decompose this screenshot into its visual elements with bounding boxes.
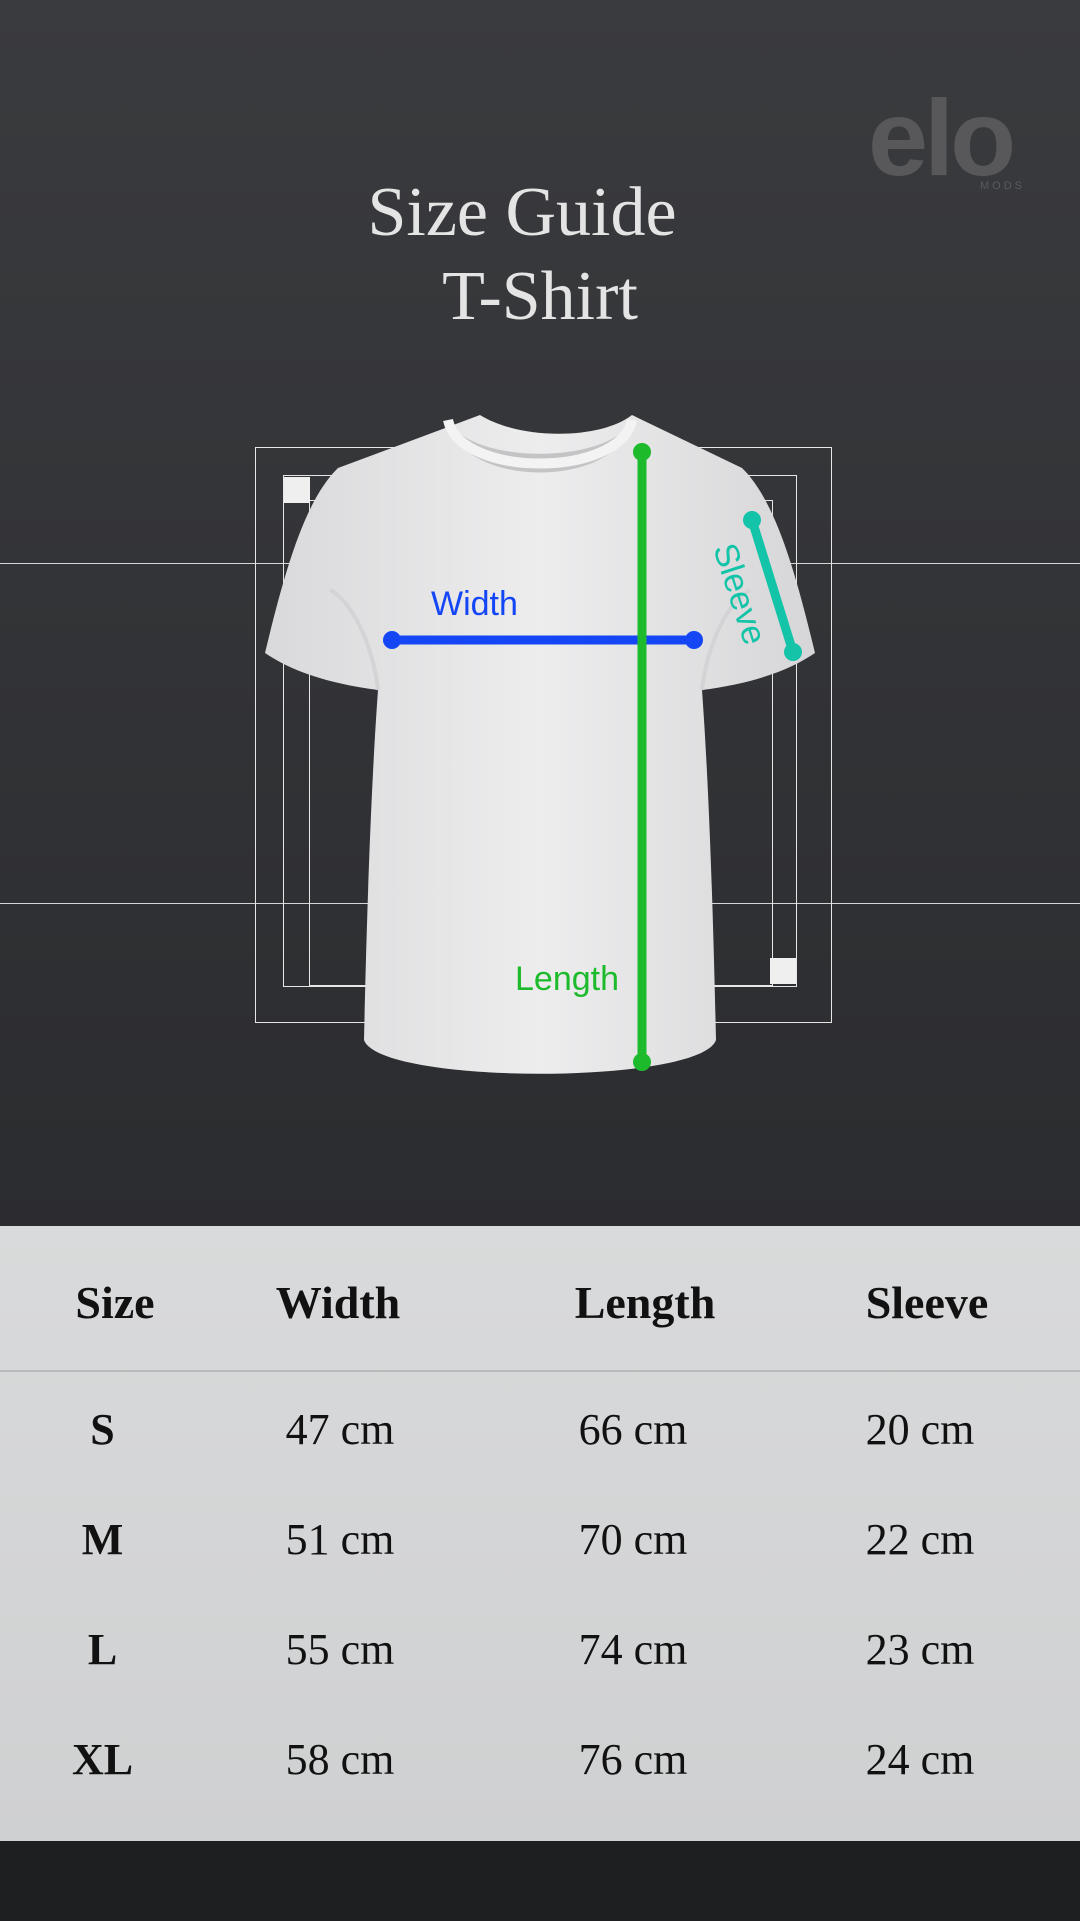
cell-width: 47 cm (285, 1405, 395, 1454)
table-row: L 55 cm 74 cm 23 cm (0, 1594, 1080, 1704)
table-row: XL 58 cm 76 cm 24 cm (0, 1704, 1080, 1814)
cell-sleeve: 23 cm (865, 1625, 975, 1674)
cell-length: 76 cm (578, 1735, 688, 1784)
table-row: S 47 cm 66 cm 20 cm (0, 1374, 1080, 1484)
size-table: Size Width Length Sleeve S 47 cm 66 cm 2… (0, 1226, 1080, 1841)
cell-size: S (90, 1405, 115, 1454)
cell-length: 66 cm (578, 1405, 688, 1454)
length-measure-start (633, 443, 651, 461)
header-sleeve: Sleeve (865, 1277, 989, 1328)
bottom-bar (0, 1841, 1080, 1921)
cell-sleeve: 24 cm (865, 1735, 975, 1784)
header-length: Length (574, 1277, 716, 1328)
cell-width: 55 cm (285, 1625, 395, 1674)
tshirt-illustration: Sleeve (265, 415, 815, 1074)
title-line-1: Size Guide (367, 174, 677, 251)
length-measure-end (633, 1053, 651, 1071)
sleeve-measure-start (743, 511, 761, 529)
width-measure-start (383, 631, 401, 649)
cell-width: 51 cm (285, 1515, 395, 1564)
title-line-2: T-Shirt (442, 258, 638, 335)
width-measure-end (685, 631, 703, 649)
length-label: Length (515, 960, 619, 998)
cell-width: 58 cm (285, 1735, 395, 1784)
header-size: Size (75, 1277, 155, 1328)
table-row: M 51 cm 70 cm 22 cm (0, 1484, 1080, 1594)
cell-size: XL (71, 1735, 134, 1784)
sleeve-measure-end (784, 643, 802, 661)
cell-sleeve: 20 cm (865, 1405, 975, 1454)
cell-length: 74 cm (578, 1625, 688, 1674)
width-label: Width (431, 585, 518, 623)
cell-size: L (87, 1625, 118, 1674)
table-header: Size Width Length Sleeve (0, 1226, 1080, 1372)
cell-length: 70 cm (578, 1515, 688, 1564)
cell-size: M (81, 1515, 124, 1564)
cell-sleeve: 22 cm (865, 1515, 975, 1564)
header-width: Width (275, 1277, 401, 1328)
